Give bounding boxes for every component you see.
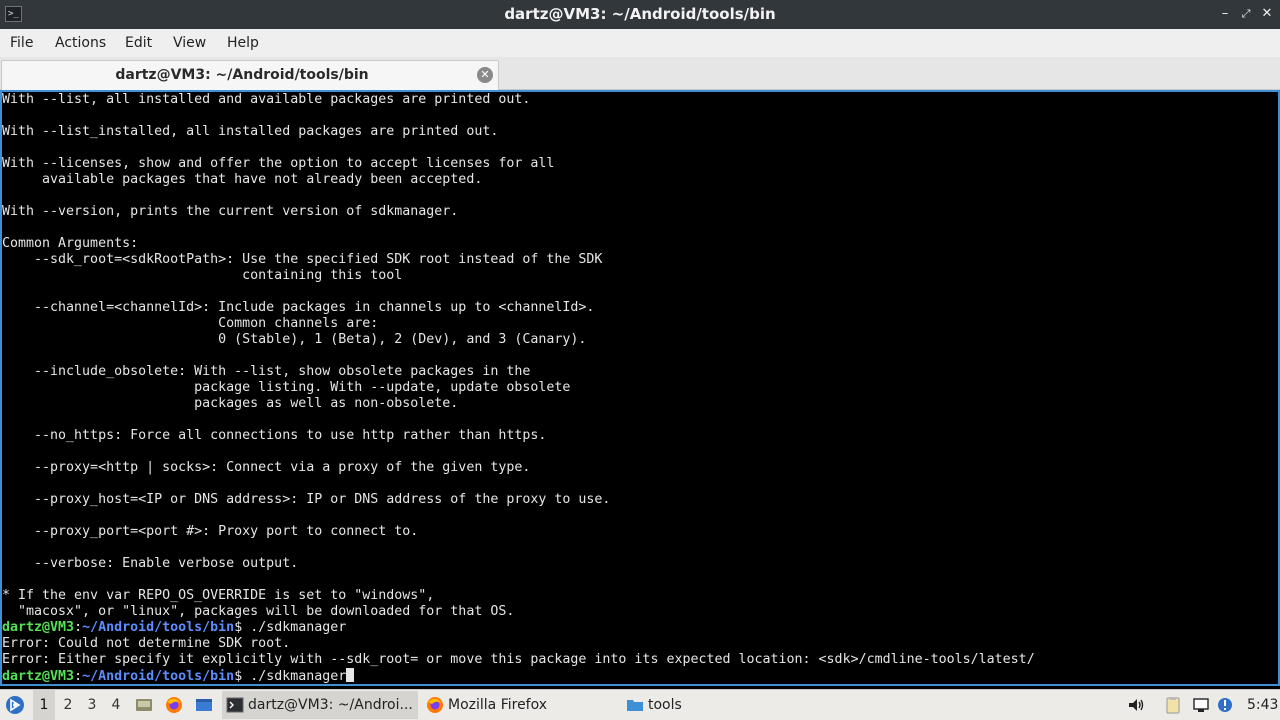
terminal-line: containing this tool [2, 268, 403, 283]
terminal-line: 0 (Stable), 1 (Beta), 2 (Dev), and 3 (Ca… [2, 332, 587, 347]
terminal-line: "macosx", or "linux", packages will be d… [2, 604, 515, 619]
menu-bar: File Actions Edit View Help [0, 29, 1280, 57]
error-line: Error: Either specify it explicitly with… [2, 652, 1035, 667]
taskbar: 1 2 3 4 dartz@VM3: ~/Androi... Mozilla F… [0, 689, 1280, 720]
terminal-line: package listing. With --update, update o… [2, 380, 571, 395]
prompt-symbol: $ [234, 620, 251, 635]
terminal-icon [226, 697, 244, 713]
task-label: Mozilla Firefox [448, 697, 548, 713]
tab-bar: dartz@VM3: ~/Android/tools/bin ✕ [0, 57, 1280, 90]
prompt-line: dartz@VM3:~/Android/tools/bin$ ./sdkmana… [2, 668, 355, 684]
prompt-path: ~/Android/tools/bin [82, 669, 235, 684]
desktop-3-button[interactable]: 3 [81, 690, 103, 720]
terminal-line: * If the env var REPO_OS_OVERRIDE is set… [2, 588, 435, 603]
task-label: dartz@VM3: ~/Androi... [248, 697, 413, 713]
folder-icon [627, 700, 643, 711]
clipboard-icon[interactable] [1164, 696, 1182, 714]
terminal-line: --channel=<channelId>: Include packages … [2, 300, 595, 315]
window-title: dartz@VM3: ~/Android/tools/bin [504, 5, 776, 23]
menu-actions[interactable]: Actions [55, 29, 106, 57]
tab-label: dartz@VM3: ~/Android/tools/bin [115, 67, 369, 83]
show-desktop-icon[interactable] [135, 696, 153, 714]
terminal-line: With --list, all installed and available… [2, 92, 531, 107]
prompt-path: ~/Android/tools/bin [82, 620, 235, 635]
terminal-line: --proxy_port=<port #>: Proxy port to con… [2, 524, 419, 539]
firefox-icon [427, 697, 443, 713]
terminal-line: With --list_installed, all installed pac… [2, 124, 499, 139]
prompt-user: dartz@VM3 [2, 669, 75, 684]
prompt-separator: : [74, 669, 83, 684]
volume-icon[interactable] [1127, 696, 1145, 714]
restore-icon[interactable]: ⤢ [1238, 6, 1254, 22]
terminal-tab[interactable]: dartz@VM3: ~/Android/tools/bin ✕ [1, 60, 499, 90]
desktop-4-button[interactable]: 4 [105, 690, 127, 720]
close-icon[interactable]: ✕ [1259, 6, 1275, 22]
terminal-line: --proxy=<http | socks>: Connect via a pr… [2, 460, 531, 475]
task-firefox[interactable]: Mozilla Firefox [422, 691, 618, 719]
terminal-line: --no_https: Force all connections to use… [2, 428, 547, 443]
start-menu-icon[interactable] [5, 695, 25, 715]
prompt-symbol: $ [234, 669, 251, 684]
prompt-user: dartz@VM3 [2, 620, 75, 635]
terminal-line: Common Arguments: [2, 236, 139, 251]
file-manager-icon[interactable] [195, 696, 213, 714]
prompt-separator: : [74, 620, 83, 635]
clock[interactable]: 5:43 [1247, 690, 1278, 720]
terminal-line: available packages that have not already… [2, 172, 483, 187]
terminal-line: Common channels are: [2, 316, 379, 331]
desktop-1-button[interactable]: 1 [33, 690, 55, 720]
terminal-line: --proxy_host=<IP or DNS address>: IP or … [2, 492, 611, 507]
terminal-output[interactable]: With --list, all installed and available… [0, 90, 1280, 686]
task-tools-folder[interactable]: tools [622, 691, 818, 719]
prompt-line: dartz@VM3:~/Android/tools/bin$ ./sdkmana… [2, 620, 346, 636]
menu-help[interactable]: Help [227, 29, 259, 57]
notification-icon[interactable] [1216, 696, 1234, 714]
terminal-line: With --version, prints the current versi… [2, 204, 459, 219]
terminal-line: With --licenses, show and offer the opti… [2, 156, 555, 171]
error-line: Error: Could not determine SDK root. [2, 636, 291, 651]
menu-view[interactable]: View [173, 29, 206, 57]
task-label: tools [648, 697, 682, 713]
task-terminal[interactable]: dartz@VM3: ~/Androi... [222, 691, 418, 719]
terminal-line: --include_obsolete: With --list, show ob… [2, 364, 531, 379]
terminal-line: packages as well as non-obsolete. [2, 396, 459, 411]
firefox-icon[interactable] [165, 696, 183, 714]
close-icon[interactable]: ✕ [477, 67, 493, 83]
window-titlebar[interactable]: >_ dartz@VM3: ~/Android/tools/bin – ⤢ ✕ [0, 0, 1280, 29]
network-icon[interactable] [1192, 696, 1210, 714]
menu-file[interactable]: File [10, 29, 33, 57]
command-text: ./sdkmanager [250, 620, 347, 635]
text-cursor [346, 668, 355, 682]
minimize-icon[interactable]: – [1217, 6, 1233, 22]
desktop-2-button[interactable]: 2 [57, 690, 79, 720]
terminal-line: --sdk_root=<sdkRootPath>: Use the specif… [2, 252, 603, 267]
menu-edit[interactable]: Edit [125, 29, 152, 57]
terminal-line: --verbose: Enable verbose output. [2, 556, 299, 571]
command-input[interactable]: ./sdkmanager [250, 669, 346, 684]
